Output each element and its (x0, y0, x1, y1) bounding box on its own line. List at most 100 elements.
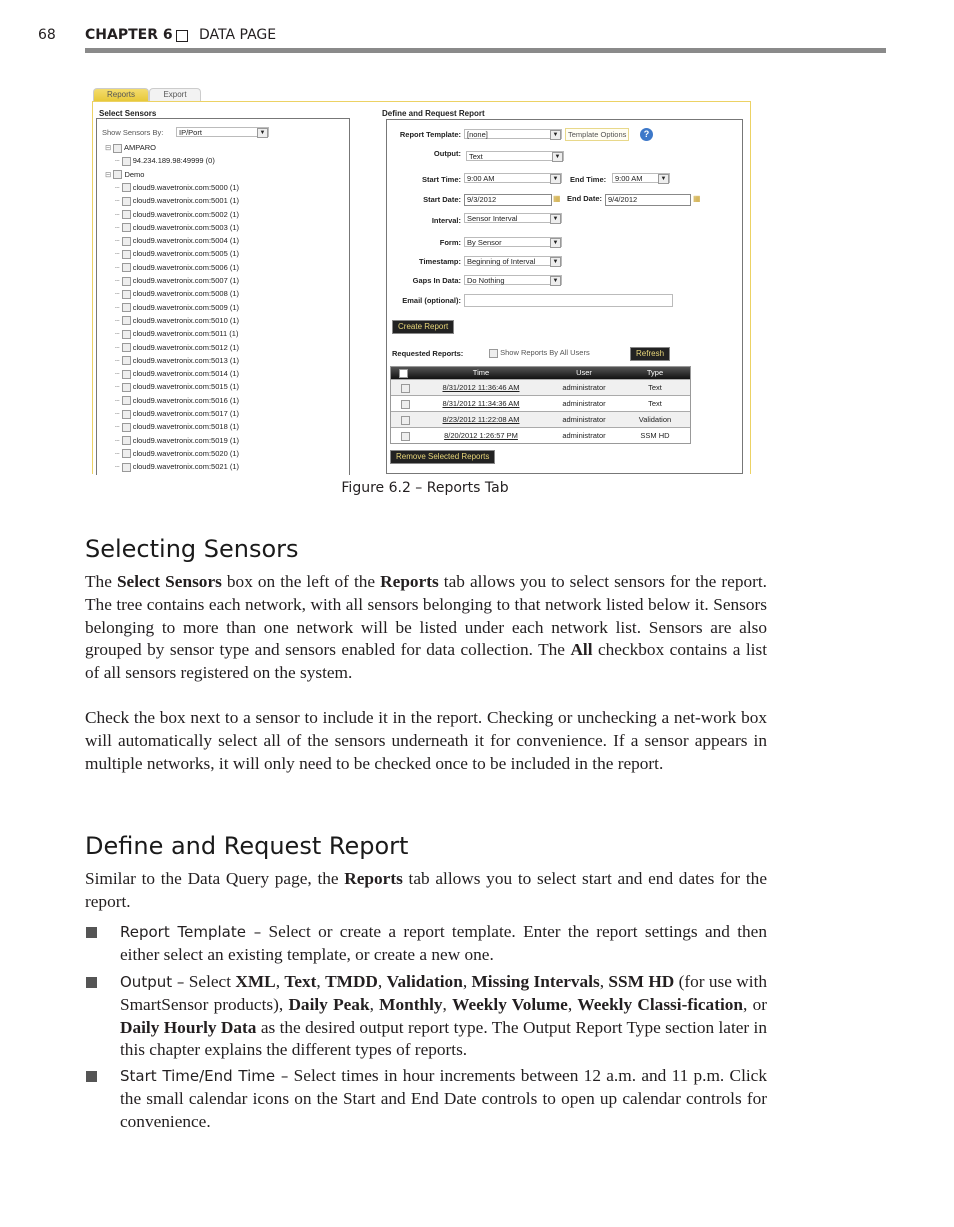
sensor-tree-item[interactable]: ┄ cloud9.wavetronix.com:5020 (1) (115, 448, 239, 460)
collapse-icon[interactable]: ⊟ (105, 170, 113, 179)
sensor-tree-item[interactable]: ┄ cloud9.wavetronix.com:5010 (1) (115, 315, 239, 327)
select-all-checkbox[interactable] (399, 367, 408, 379)
sensor-tree-item[interactable]: ┄ cloud9.wavetronix.com:5006 (1) (115, 262, 239, 274)
gaps-select[interactable]: Do Nothing ▼ (464, 275, 562, 286)
checkbox-icon[interactable] (121, 462, 131, 472)
sensor-tree-item[interactable]: ┄ cloud9.wavetronix.com:5016 (1) (115, 395, 239, 407)
checkbox-icon[interactable] (121, 210, 131, 220)
row-checkbox[interactable] (401, 380, 410, 395)
report-time-link[interactable]: 8/31/2012 11:34:36 AM (421, 396, 541, 411)
show-all-users-checkbox[interactable]: Show Reports By All Users (489, 348, 590, 358)
end-date-input[interactable]: 9/4/2012 (605, 194, 691, 206)
checkbox-icon[interactable] (121, 196, 131, 206)
checkbox-icon[interactable] (121, 369, 131, 379)
dropdown-arrow-icon: ▼ (550, 276, 561, 286)
report-user: administrator (562, 399, 606, 408)
row-checkbox[interactable] (401, 428, 410, 443)
sensor-tree-item[interactable]: ┄ cloud9.wavetronix.com:5018 (1) (115, 421, 239, 433)
report-time-link[interactable]: 8/20/2012 1:26:57 PM (421, 428, 541, 443)
checkbox-icon[interactable] (121, 436, 131, 446)
sensor-tree-item[interactable]: ┄ cloud9.wavetronix.com:5008 (1) (115, 288, 239, 300)
checkbox-icon[interactable] (121, 329, 131, 339)
sensor-tree-item[interactable]: ┄ cloud9.wavetronix.com:5017 (1) (115, 408, 239, 420)
checkbox-icon[interactable] (121, 223, 131, 233)
sensor-tree-item[interactable]: ┄ cloud9.wavetronix.com:5007 (1) (115, 275, 239, 287)
output-select[interactable]: Text ▼ (466, 151, 564, 162)
tree-connector-icon: ┄ (115, 355, 122, 365)
sensor-tree-item[interactable]: ┄ cloud9.wavetronix.com:5019 (1) (115, 435, 239, 447)
remove-selected-reports-button[interactable]: Remove Selected Reports (390, 450, 496, 464)
row-checkbox[interactable] (401, 412, 410, 427)
calendar-icon[interactable]: ▦ (693, 194, 701, 203)
calendar-icon[interactable]: ▦ (553, 194, 561, 203)
tree-connector-icon: ┄ (115, 209, 122, 219)
checkbox-icon[interactable] (121, 343, 131, 353)
checkbox-icon[interactable] (121, 276, 131, 286)
checkbox-icon[interactable] (121, 289, 131, 299)
sensor-tree-item[interactable]: ┄ cloud9.wavetronix.com:5011 (1) (115, 328, 238, 340)
checkbox-icon[interactable] (121, 263, 131, 273)
timestamp-select[interactable]: Beginning of Interval ▼ (464, 256, 562, 267)
sensor-tree-item[interactable]: ┄ cloud9.wavetronix.com:5015 (1) (115, 381, 239, 393)
dropdown-arrow-icon: ▼ (257, 128, 268, 138)
sensor-tree-item[interactable]: ┄ cloud9.wavetronix.com:5013 (1) (115, 355, 239, 367)
form-select[interactable]: By Sensor ▼ (464, 237, 562, 248)
checkbox-icon[interactable] (121, 303, 131, 313)
sensor-tree-item[interactable]: ┄ cloud9.wavetronix.com:5005 (1) (115, 248, 239, 260)
report-template-select[interactable]: [none] ▼ (464, 129, 562, 140)
network-tree-item[interactable]: ⊟ AMPARO (105, 142, 156, 154)
report-time-link[interactable]: 8/23/2012 11:22:08 AM (421, 412, 541, 427)
column-user[interactable]: User (539, 367, 629, 379)
text-run: Similar to the Data Query page, the (85, 869, 345, 888)
sensor-tree-item[interactable]: ┄ cloud9.wavetronix.com:5012 (1) (115, 342, 239, 354)
checkbox-icon[interactable] (121, 236, 131, 246)
network-tree-item[interactable]: ⊟ Demo (105, 169, 144, 181)
sensor-tree-item[interactable]: ┄ cloud9.wavetronix.com:5001 (1) (115, 195, 239, 207)
checkbox-icon[interactable] (121, 183, 131, 193)
row-checkbox[interactable] (401, 396, 410, 411)
bold-term: All (570, 640, 593, 660)
reports-tab-figure: Reports Export Select Sensors Show Senso… (92, 87, 752, 475)
sensor-tree-item[interactable]: ┄ cloud9.wavetronix.com:5004 (1) (115, 235, 239, 247)
refresh-button[interactable]: Refresh (630, 347, 671, 361)
interval-select[interactable]: Sensor Interval ▼ (464, 213, 562, 224)
tab-reports[interactable]: Reports (93, 88, 149, 101)
output-value: Text (469, 152, 483, 161)
checkbox-icon[interactable] (121, 156, 131, 166)
column-time[interactable]: Time (421, 367, 541, 379)
start-time-select[interactable]: 9:00 AM ▼ (464, 173, 562, 184)
checkbox-icon[interactable] (121, 382, 131, 392)
tree-item-label: cloud9.wavetronix.com:5014 (1) (130, 369, 239, 379)
sensor-tree-item[interactable]: ┄ 94.234.189.98:49999 (0) (115, 155, 215, 167)
sensor-tree-item[interactable]: ┄ cloud9.wavetronix.com:5002 (1) (115, 209, 239, 221)
sensor-tree-item[interactable]: ┄ cloud9.wavetronix.com:5009 (1) (115, 302, 239, 314)
checkbox-icon[interactable] (121, 409, 131, 419)
email-input[interactable] (464, 294, 673, 307)
template-options-button[interactable]: Template Options (565, 128, 630, 141)
report-time-link[interactable]: 8/31/2012 11:36:46 AM (421, 380, 541, 395)
sensor-tree-item[interactable]: ┄ cloud9.wavetronix.com:5021 (1) (115, 461, 239, 473)
collapse-icon[interactable]: ⊟ (105, 143, 113, 152)
end-time-select[interactable]: 9:00 AM ▼ (612, 173, 670, 184)
sensor-tree-item[interactable]: ┄ cloud9.wavetronix.com:5014 (1) (115, 368, 239, 380)
checkbox-icon[interactable] (121, 449, 131, 459)
checkbox-icon[interactable] (121, 422, 131, 432)
start-date-input[interactable]: 9/3/2012 (464, 194, 552, 206)
column-type[interactable]: Type (625, 367, 685, 379)
create-report-button[interactable]: Create Report (392, 320, 455, 334)
tree-connector-icon: ┄ (115, 422, 122, 432)
tree-connector-icon: ┄ (115, 395, 122, 405)
sensor-tree-item[interactable]: ┄ cloud9.wavetronix.com:5000 (1) (115, 182, 239, 194)
checkbox-icon[interactable] (121, 249, 131, 259)
tab-export[interactable]: Export (149, 88, 201, 101)
sensor-tree-item[interactable]: ┄ cloud9.wavetronix.com:5003 (1) (115, 222, 239, 234)
show-sensors-by-select[interactable]: IP/Port ▼ (176, 127, 269, 138)
checkbox-icon[interactable] (121, 396, 131, 406)
checkbox-icon[interactable] (121, 356, 131, 366)
table-row: 8/23/2012 11:22:08 AM administrator Valida… (391, 411, 690, 427)
help-icon[interactable]: ? (640, 128, 653, 141)
report-template-label: Report Template: (399, 130, 461, 139)
form-value: By Sensor (467, 238, 502, 247)
checkbox-icon[interactable] (121, 316, 131, 326)
tree-item-label: 94.234.189.98:49999 (0) (130, 156, 215, 166)
